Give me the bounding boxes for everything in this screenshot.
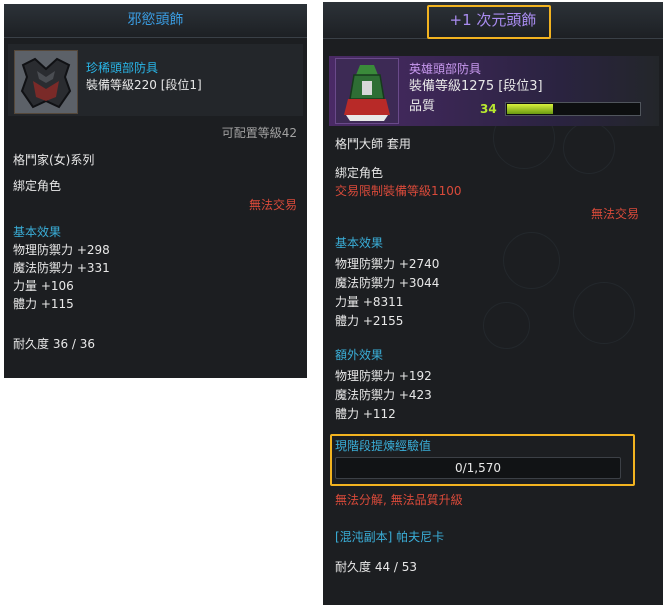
extra-stat-line: 體力 +112: [335, 407, 396, 421]
trade-status: 無法交易: [248, 198, 297, 212]
quality-bar: [505, 102, 641, 116]
stat-line: 魔法防禦力 +3044: [335, 276, 440, 290]
stat-line: 物理防禦力 +298: [13, 243, 110, 257]
item-level: 裝備等級1275 [段位3]: [409, 79, 543, 94]
helmet-icon: [336, 59, 398, 123]
item-grade-name: 珍稀頭部防具: [86, 61, 159, 75]
stat-line: 物理防禦力 +2740: [335, 257, 440, 271]
helmet-icon: [15, 51, 77, 113]
basic-effect-title: 基本效果: [335, 236, 384, 250]
extra-stat-line: 物理防禦力 +192: [335, 369, 432, 383]
set-name: 格鬥大師 套用: [335, 137, 411, 151]
quality-value: 34: [480, 102, 497, 116]
exp-bar: 0/1,570: [335, 457, 621, 479]
background-decoration: [563, 122, 615, 174]
background-decoration: [573, 282, 635, 344]
background-decoration: [483, 302, 530, 349]
item-icon: [14, 50, 78, 114]
durability: 耐久度 36 / 36: [13, 337, 96, 351]
trade-limit: 交易限制裝備等級1100: [335, 184, 462, 198]
equip-level: 可配置等級42: [221, 126, 297, 140]
basic-effect-title: 基本效果: [13, 225, 62, 239]
stat-line: 力量 +106: [13, 279, 74, 293]
item-title: 邪慾頭飾: [127, 12, 184, 28]
quality-label: 品質: [409, 99, 436, 114]
exp-title: 現階段提煉經驗值: [335, 439, 432, 453]
stat-line: 魔法防禦力 +331: [13, 261, 110, 275]
extra-effect-title: 額外效果: [335, 348, 384, 362]
title-highlight-box: [427, 5, 551, 39]
tooltip-title-bar: 邪慾頭飾: [4, 4, 307, 38]
item-grade-name: 英雄頭部防具: [409, 62, 482, 76]
right-item-tooltip: +1 次元頭飾 英雄頭部防具 裝備等級1275 [段位3] 品質 34 格鬥大師…: [323, 2, 663, 605]
bind-status: 綁定角色: [13, 179, 62, 193]
background-decoration: [503, 232, 560, 289]
exp-value: 0/1,570: [454, 461, 502, 475]
item-icon: [335, 58, 399, 124]
trade-status: 無法交易: [590, 207, 639, 221]
durability: 耐久度 44 / 53: [335, 560, 418, 574]
item-level: 裝備等級220 [段位1]: [86, 78, 202, 92]
item-source: [混沌副本] 帕夫尼卡: [335, 530, 445, 544]
bind-status: 綁定角色: [335, 166, 384, 180]
extra-stat-line: 魔法防禦力 +423: [335, 388, 432, 402]
left-item-tooltip: 邪慾頭飾 珍稀頭部防具 裝備等級220 [段位1] 可配置等級42 格鬥家(女)…: [4, 4, 307, 378]
stat-line: 力量 +8311: [335, 295, 404, 309]
class-series: 格鬥家(女)系列: [13, 153, 95, 167]
restrictions: 無法分解, 無法品質升級: [335, 493, 463, 507]
stat-line: 體力 +115: [13, 297, 74, 311]
stat-line: 體力 +2155: [335, 314, 404, 328]
quality-bar-fill: [507, 104, 553, 114]
